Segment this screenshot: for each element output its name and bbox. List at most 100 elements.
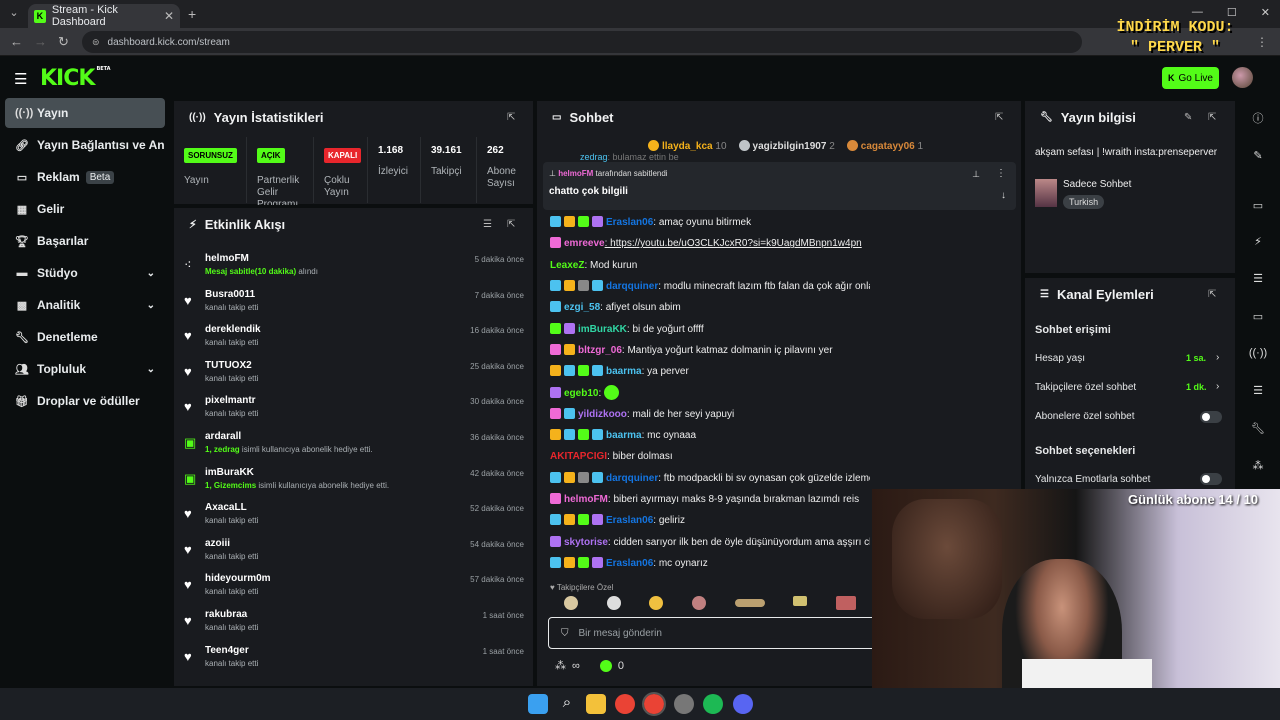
users-icon[interactable]: ⁂ — [1243, 453, 1273, 477]
reload-icon[interactable]: ↻ — [58, 34, 69, 50]
popout-icon[interactable]: ⇱ — [995, 112, 1003, 123]
new-tab-icon[interactable]: + — [188, 6, 196, 22]
popout-icon[interactable]: ⇱ — [507, 219, 515, 230]
go-live-button[interactable]: K Go Live — [1162, 67, 1219, 89]
event-username[interactable]: imBuraKK — [205, 467, 254, 478]
chat-username[interactable]: ezgi_58 — [564, 302, 600, 313]
sidebar-item-topluluk[interactable]: 👥︎ Topluluk ⌄ — [5, 354, 165, 384]
sidebar-item-studyo[interactable]: ▬ Stüdyo ⌄ — [5, 258, 165, 288]
chat-username[interactable]: baarma — [606, 430, 642, 441]
chat-username[interactable]: LeaxeZ — [550, 260, 584, 271]
chat-username[interactable]: imBuraKK — [578, 324, 627, 335]
back-icon[interactable]: ← — [10, 34, 23, 49]
event-username[interactable]: hideyourm0m — [205, 573, 271, 584]
event-username[interactable]: ardarall — [205, 431, 241, 442]
subs-only-toggle[interactable] — [1200, 411, 1222, 423]
sidebar-item-analitik[interactable]: ▩ Analitik ⌄ — [5, 290, 165, 320]
pin-icon[interactable]: ⊥ — [972, 169, 980, 180]
popout-icon[interactable]: ⇱ — [1208, 289, 1216, 300]
event-username[interactable]: Busra0011 — [205, 289, 255, 300]
browser-menu-icon[interactable]: ⋮ — [1256, 35, 1268, 49]
sidebar-item-gelir[interactable]: ▦ Gelir — [5, 194, 165, 224]
url-bar[interactable]: ⊜ dashboard.kick.com/stream — [82, 31, 1082, 53]
account-age-value[interactable]: 1 sa. — [1186, 353, 1206, 363]
chat-username[interactable]: baarma — [606, 366, 642, 377]
users-icon[interactable]: ⁂ — [555, 659, 566, 672]
emote-only-toggle[interactable] — [1200, 473, 1222, 485]
event-username[interactable]: AxacaLL — [205, 502, 247, 513]
more-options-icon[interactable]: ⋮ — [996, 168, 1006, 179]
leader-item[interactable]: yagizbilgin1907 2 — [738, 140, 835, 152]
hamburger-menu-icon[interactable]: ☰ — [14, 70, 27, 88]
windows-start-icon[interactable] — [528, 694, 548, 714]
spotify-icon[interactable] — [703, 694, 723, 714]
emote-icon[interactable] — [734, 599, 765, 607]
chat-username[interactable]: Eraslan06 — [606, 217, 653, 228]
info-icon[interactable]: ⓘ — [1243, 106, 1273, 130]
emote-icon[interactable] — [793, 596, 808, 606]
chat-username[interactable]: bltzgr_06 — [578, 345, 622, 356]
event-username[interactable]: azoiii — [205, 538, 230, 549]
kick-points-icon[interactable] — [599, 659, 612, 672]
edit-icon[interactable]: ✎ — [1184, 112, 1192, 123]
chat-username[interactable]: emreeve — [564, 238, 605, 249]
sliders-icon[interactable]: ☰ — [1243, 378, 1273, 402]
emote-icon[interactable] — [564, 596, 579, 610]
sidebar-item-reklam[interactable]: ▭ Reklam Beta — [5, 162, 165, 192]
tab-list-icon[interactable]: ⌄ — [6, 6, 22, 22]
monitor-icon[interactable]: ▭ — [1243, 193, 1273, 217]
emote-icon[interactable] — [649, 596, 664, 610]
sidebar-item-yayin[interactable]: ((·)) Yayın — [5, 98, 165, 128]
event-username[interactable]: dereklendik — [205, 324, 261, 335]
bolt-icon[interactable]: ⚡︎ — [1243, 229, 1273, 253]
discord-icon[interactable] — [733, 694, 753, 714]
filter-icon[interactable]: ☰ — [483, 219, 492, 230]
chat-username[interactable]: helmoFM — [564, 494, 608, 505]
sidebar-item-stream-key[interactable]: 🔗︎ Yayın Bağlantısı ve Anahtar — [5, 130, 165, 160]
chat-username[interactable]: yildizkooo — [578, 409, 627, 420]
event-username[interactable]: pixelmantr — [205, 395, 256, 406]
chat-icon[interactable]: ▭ — [1243, 304, 1273, 328]
event-username[interactable]: TUTUOX2 — [205, 360, 252, 371]
chat-username[interactable]: Eraslan06 — [606, 515, 653, 526]
leader-item[interactable]: cagatayy06 1 — [846, 140, 923, 152]
popout-icon[interactable]: ⇱ — [507, 112, 515, 123]
popout-icon[interactable]: ⇱ — [1208, 112, 1216, 123]
expand-down-icon[interactable]: ↓ — [1001, 190, 1006, 201]
sidebar-item-denetleme[interactable]: 🔧︎ Denetleme — [5, 322, 165, 352]
emote-icon[interactable] — [835, 596, 856, 610]
emote-icon[interactable] — [606, 596, 621, 610]
chrome-active-icon[interactable] — [642, 692, 666, 716]
close-window-icon[interactable]: ✕ — [1261, 6, 1270, 19]
wrench-icon[interactable]: 🔧︎ — [1243, 416, 1273, 440]
chrome-icon[interactable] — [615, 694, 635, 714]
avatar[interactable] — [1232, 67, 1253, 88]
pencil-icon[interactable]: ✎ — [1243, 143, 1273, 167]
sidebar-item-basarilar[interactable]: 🏆︎ Başarılar — [5, 226, 165, 256]
emote-icon[interactable] — [691, 596, 706, 610]
chat-username[interactable]: darqquiner — [606, 281, 658, 292]
list-icon[interactable]: ☰ — [1243, 266, 1273, 290]
chat-link[interactable]: : https://youtu.be/uO3CLKJcxR0?si=k9Uagd… — [605, 238, 862, 249]
sidebar-item-droplar[interactable]: 🎁︎ Droplar ve ödüller — [5, 386, 165, 416]
event-username[interactable]: Teen4ger — [205, 645, 249, 656]
chat-username[interactable]: egeb10 — [564, 388, 598, 399]
app-icon[interactable] — [674, 694, 694, 714]
chevron-right-icon[interactable]: › — [1216, 352, 1219, 363]
chat-username[interactable]: darqquiner — [606, 473, 658, 484]
broadcast-icon[interactable]: ((·)) — [1243, 341, 1273, 365]
chat-username[interactable]: AKITAPCIGI — [550, 451, 607, 462]
search-icon[interactable]: ⌕ — [557, 694, 577, 714]
browser-tab[interactable]: K Stream - Kick Dashboard ✕ — [28, 4, 180, 28]
kick-logo[interactable]: KICK BETA — [40, 66, 111, 91]
chevron-right-icon[interactable]: › — [1216, 381, 1219, 392]
leader-item[interactable]: llayda_kca 10 — [648, 140, 727, 152]
category-name[interactable]: Sadece Sohbet — [1063, 179, 1131, 190]
chat-username[interactable]: skytorise — [564, 537, 608, 548]
event-username[interactable]: rakubraa — [205, 609, 247, 620]
chat-username[interactable]: Eraslan06 — [606, 558, 653, 569]
chat-input[interactable]: ⛉ Bir mesaj gönderin — [548, 617, 888, 649]
site-info-icon[interactable]: ⊜ — [92, 37, 100, 48]
close-tab-icon[interactable]: ✕ — [164, 9, 174, 23]
file-explorer-icon[interactable] — [586, 694, 606, 714]
